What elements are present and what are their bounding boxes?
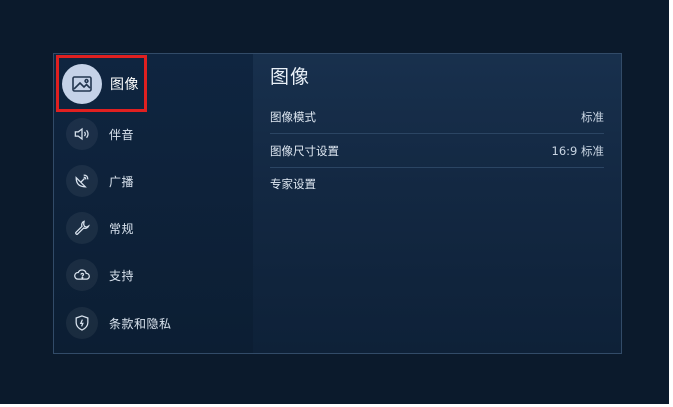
settings-content: 图像 图像模式 标准 图像尺寸设置 16:9 标准 专家设置: [253, 54, 621, 353]
setting-value: 标准: [581, 109, 604, 124]
sidebar-item-picture[interactable]: 图像: [54, 56, 253, 112]
shield-icon: [66, 307, 98, 339]
wrench-icon: [66, 212, 98, 244]
satellite-dish-icon: [66, 165, 98, 197]
sidebar-item-general[interactable]: 常规: [54, 206, 253, 250]
cloud-help-icon: [66, 259, 98, 291]
sidebar-item-support[interactable]: 支持: [54, 253, 253, 297]
speaker-icon: [66, 118, 98, 150]
sidebar-item-label: 常规: [109, 221, 135, 236]
setting-label: 图像模式: [270, 109, 316, 124]
sidebar-item-privacy[interactable]: 条款和隐私: [54, 301, 253, 345]
settings-sidebar: 图像 伴音 广播 常规 支持 条款和隐私: [54, 54, 253, 353]
setting-row-picture-size[interactable]: 图像尺寸设置 16:9 标准: [270, 134, 604, 168]
sidebar-item-label: 图像: [110, 77, 139, 93]
sidebar-item-broadcast[interactable]: 广播: [54, 159, 253, 203]
sidebar-item-label: 条款和隐私: [109, 316, 172, 331]
setting-label: 专家设置: [270, 176, 316, 191]
sidebar-item-sound[interactable]: 伴音: [54, 112, 253, 156]
setting-row-expert-settings[interactable]: 专家设置: [270, 167, 604, 200]
sidebar-item-label: 支持: [109, 268, 135, 283]
setting-value: 16:9 标准: [551, 143, 604, 158]
screen-edge-right: [669, 0, 673, 407]
sidebar-item-label: 广播: [109, 174, 135, 189]
sidebar-item-label: 伴音: [109, 127, 135, 142]
setting-row-picture-mode[interactable]: 图像模式 标准: [270, 100, 604, 134]
settings-panel: 图像 伴音 广播 常规 支持 条款和隐私 图像 图像模式 标准 图像尺寸设置 1…: [53, 53, 622, 354]
page-title: 图像: [270, 66, 311, 88]
setting-label: 图像尺寸设置: [270, 143, 339, 158]
picture-icon: [62, 64, 102, 104]
